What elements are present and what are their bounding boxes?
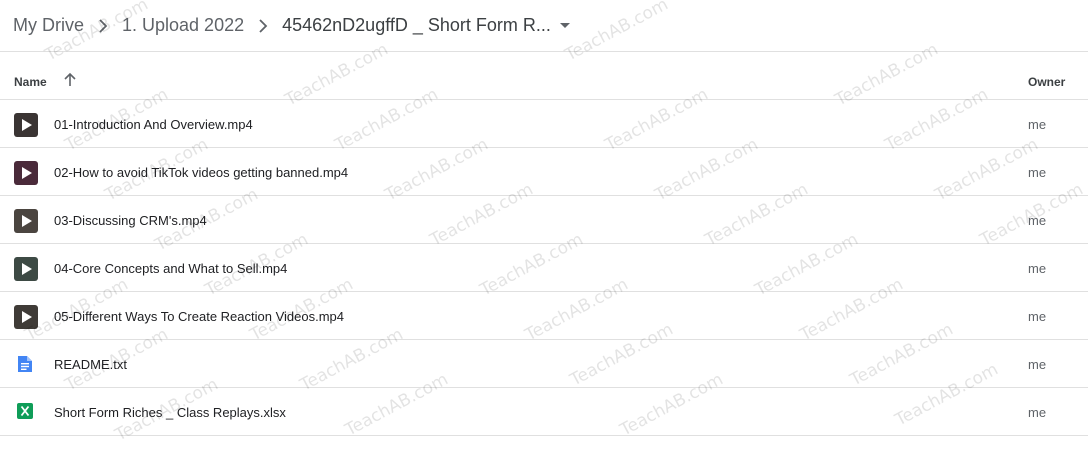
chevron-right-icon xyxy=(98,18,108,33)
file-owner: me xyxy=(1028,261,1047,276)
sort-arrow-up-icon[interactable] xyxy=(63,72,77,93)
file-owner: me xyxy=(1028,309,1047,324)
breadcrumb-current-folder[interactable]: 45462nD2ugffD _ Short Form R... xyxy=(282,15,551,36)
file-name: 04-Core Concepts and What to Sell.mp4 xyxy=(54,261,288,276)
google-doc-icon xyxy=(17,355,33,378)
column-header-name[interactable]: Name xyxy=(14,75,47,89)
file-row[interactable]: 02-How to avoid TikTok videos getting ba… xyxy=(0,148,1088,196)
excel-sheet-icon xyxy=(17,403,33,424)
column-header-owner[interactable]: Owner xyxy=(1028,75,1065,89)
video-thumbnail xyxy=(14,209,38,233)
play-icon xyxy=(14,257,38,281)
file-row[interactable]: 01-Introduction And Overview.mp4 me xyxy=(0,100,1088,148)
file-owner: me xyxy=(1028,117,1047,132)
file-owner: me xyxy=(1028,213,1047,228)
file-name: Short Form Riches _ Class Replays.xlsx xyxy=(54,405,286,420)
caret-down-icon[interactable] xyxy=(559,22,571,30)
file-owner: me xyxy=(1028,165,1047,180)
file-row[interactable]: 05-Different Ways To Create Reaction Vid… xyxy=(0,292,1088,340)
file-name: 01-Introduction And Overview.mp4 xyxy=(54,117,253,132)
video-thumbnail xyxy=(14,113,38,137)
play-icon xyxy=(14,209,38,233)
file-list: 01-Introduction And Overview.mp4 me 02-H… xyxy=(0,100,1088,436)
video-thumbnail xyxy=(14,305,38,329)
play-icon xyxy=(14,161,38,185)
breadcrumb-my-drive[interactable]: My Drive xyxy=(13,15,84,36)
video-thumbnail xyxy=(14,161,38,185)
file-name: 02-How to avoid TikTok videos getting ba… xyxy=(54,165,349,180)
file-owner: me xyxy=(1028,405,1047,420)
play-icon xyxy=(14,305,38,329)
file-name: 05-Different Ways To Create Reaction Vid… xyxy=(54,309,344,324)
chevron-right-icon xyxy=(258,18,268,33)
file-owner: me xyxy=(1028,357,1047,372)
play-icon xyxy=(14,113,38,137)
file-row[interactable]: 04-Core Concepts and What to Sell.mp4 me xyxy=(0,244,1088,292)
file-row[interactable]: README.txt me xyxy=(0,340,1088,388)
file-row[interactable]: Short Form Riches _ Class Replays.xlsx m… xyxy=(0,388,1088,436)
file-name: 03-Discussing CRM's.mp4 xyxy=(54,213,207,228)
breadcrumb: My Drive 1. Upload 2022 45462nD2ugffD _ … xyxy=(0,0,1088,52)
file-name: README.txt xyxy=(54,357,127,372)
breadcrumb-upload-2022[interactable]: 1. Upload 2022 xyxy=(122,15,244,36)
file-row[interactable]: 03-Discussing CRM's.mp4 me xyxy=(0,196,1088,244)
column-header-row: Name Owner xyxy=(0,53,1088,100)
video-thumbnail xyxy=(14,257,38,281)
